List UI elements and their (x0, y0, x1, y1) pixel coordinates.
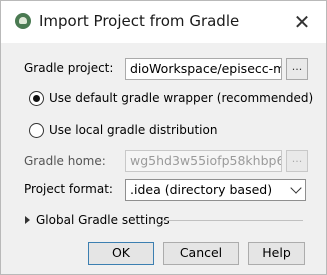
gradle-project-label: Gradle project: (24, 61, 114, 75)
project-format-select[interactable]: .idea (directory based) (125, 179, 306, 201)
import-gradle-dialog: Import Project from Gradle ✕ Gradle proj… (0, 0, 327, 275)
gradle-home-field[interactable]: wg5hd3w55iofp58khbp6yv (125, 150, 282, 172)
cancel-button[interactable]: Cancel (163, 242, 239, 265)
expand-triangle-icon[interactable] (25, 216, 30, 224)
help-button[interactable]: Help (248, 242, 305, 265)
local-distribution-label[interactable]: Use local gradle distribution (49, 123, 217, 137)
title-bar: Import Project from Gradle ✕ (1, 1, 326, 43)
project-format-value: .idea (directory based) (130, 182, 273, 197)
gradle-project-field[interactable]: dioWorkspace/episecc-mst (125, 58, 282, 80)
default-wrapper-label[interactable]: Use default gradle wrapper (recommended) (49, 91, 313, 105)
ok-button[interactable]: OK (88, 242, 154, 265)
gradle-project-browse-button[interactable]: ... (286, 58, 308, 80)
close-button[interactable]: ✕ (287, 9, 317, 35)
gradle-home-browse-button[interactable]: ... (286, 150, 308, 172)
global-gradle-settings-toggle[interactable]: Global Gradle settings (36, 213, 170, 227)
chevron-down-icon (290, 182, 302, 194)
gradle-home-label: Gradle home: (24, 154, 106, 168)
section-divider (161, 220, 303, 221)
dialog-title: Import Project from Gradle (39, 12, 240, 30)
android-studio-icon (15, 13, 31, 29)
project-format-label: Project format: (24, 182, 113, 196)
local-distribution-radio[interactable] (29, 123, 44, 138)
default-wrapper-radio[interactable] (29, 91, 44, 106)
